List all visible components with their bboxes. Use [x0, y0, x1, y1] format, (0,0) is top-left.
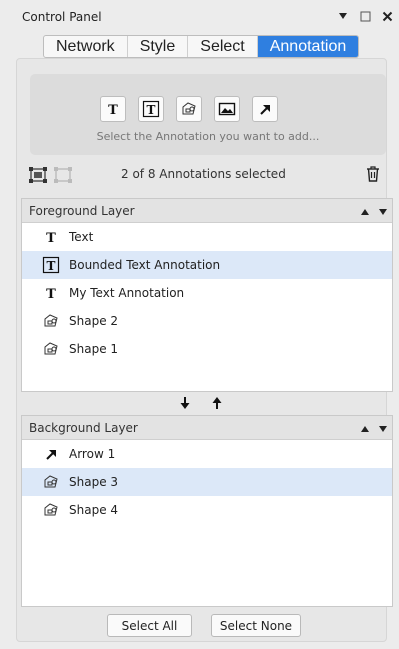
list-item[interactable]: T Bounded Text Annotation [22, 251, 392, 279]
dropdown-menu-icon[interactable] [337, 10, 349, 22]
annotation-palette: T T Select the Annotation you want to ad… [30, 74, 386, 155]
move-down-icon[interactable] [378, 422, 388, 436]
list-item[interactable]: Shape 3 [22, 468, 392, 496]
selection-count: 2 of 8 Annotations selected [121, 167, 286, 181]
move-to-foreground-icon[interactable] [210, 396, 224, 410]
deselect-annotations-icon[interactable] [54, 167, 72, 183]
annotation-tools: T T [100, 96, 278, 122]
move-up-icon[interactable] [360, 422, 370, 436]
text-icon: T [42, 228, 60, 246]
list-item[interactable]: Arrow 1 [22, 440, 392, 468]
move-to-background-icon[interactable] [178, 396, 192, 410]
list-item[interactable]: T Text [22, 223, 392, 251]
layer-move-controls [178, 396, 224, 410]
background-layer-header: Background Layer [22, 416, 392, 440]
close-icon[interactable] [381, 10, 393, 22]
title-bar: Control Panel [0, 0, 399, 34]
list-item[interactable]: Shape 1 [22, 335, 392, 363]
shape-icon [42, 501, 60, 519]
background-layer-title: Background Layer [29, 420, 138, 435]
move-up-icon[interactable] [360, 205, 370, 219]
list-item-label: Text [69, 230, 94, 244]
bounded-text-tool-icon[interactable]: T [138, 96, 164, 122]
text-tool-icon[interactable]: T [100, 96, 126, 122]
move-down-icon[interactable] [378, 205, 388, 219]
list-item-label: Bounded Text Annotation [69, 258, 221, 272]
trash-icon[interactable] [365, 165, 381, 183]
select-none-button[interactable]: Select None [211, 614, 301, 637]
list-item-label: Shape 4 [69, 503, 119, 517]
shape-icon [42, 340, 60, 358]
arrow-icon [42, 445, 60, 463]
list-item-label: Shape 1 [69, 342, 119, 356]
list-item-label: Arrow 1 [69, 447, 116, 461]
svg-text:T: T [147, 103, 156, 117]
foreground-layer-order [360, 205, 388, 219]
svg-text:T: T [46, 231, 56, 244]
background-layer: Background Layer Arrow 1 Shape 3 Shape 4 [21, 415, 393, 607]
foreground-layer-header: Foreground Layer [22, 199, 392, 223]
foreground-layer: Foreground Layer T Text T Bounded Text A… [21, 198, 393, 392]
window-controls [337, 10, 393, 22]
selection-bar: 2 of 8 Annotations selected [29, 162, 387, 186]
tab-select[interactable]: Select [188, 36, 258, 57]
window-title: Control Panel [22, 10, 102, 24]
tab-annotation[interactable]: Annotation [257, 36, 359, 57]
list-item[interactable]: Shape 2 [22, 307, 392, 335]
tab-style[interactable]: Style [128, 36, 189, 57]
select-all-button[interactable]: Select All [107, 614, 192, 637]
shape-icon [42, 312, 60, 330]
svg-text:T: T [46, 287, 56, 300]
palette-hint: Select the Annotation you want to add... [96, 130, 320, 143]
shape-tool-icon[interactable] [176, 96, 202, 122]
background-layer-order [360, 422, 388, 436]
list-item[interactable]: T My Text Annotation [22, 279, 392, 307]
select-all-annotations-icon[interactable] [29, 167, 47, 183]
text-icon: T [42, 284, 60, 302]
list-item-label: Shape 3 [69, 475, 119, 489]
image-tool-icon[interactable] [214, 96, 240, 122]
bounded-text-icon: T [42, 256, 60, 274]
svg-text:T: T [108, 103, 118, 116]
list-item-label: My Text Annotation [69, 286, 185, 300]
list-item-label: Shape 2 [69, 314, 119, 328]
shape-icon [42, 473, 60, 491]
float-window-icon[interactable] [359, 10, 371, 22]
list-item[interactable]: Shape 4 [22, 496, 392, 524]
tab-network[interactable]: Network [44, 36, 128, 57]
arrow-tool-icon[interactable] [252, 96, 278, 122]
control-panel: Control Panel Network Style Select Annot… [0, 0, 399, 649]
foreground-layer-title: Foreground Layer [29, 203, 135, 218]
tab-bar: Network Style Select Annotation [43, 35, 360, 58]
svg-text:T: T [47, 259, 56, 273]
